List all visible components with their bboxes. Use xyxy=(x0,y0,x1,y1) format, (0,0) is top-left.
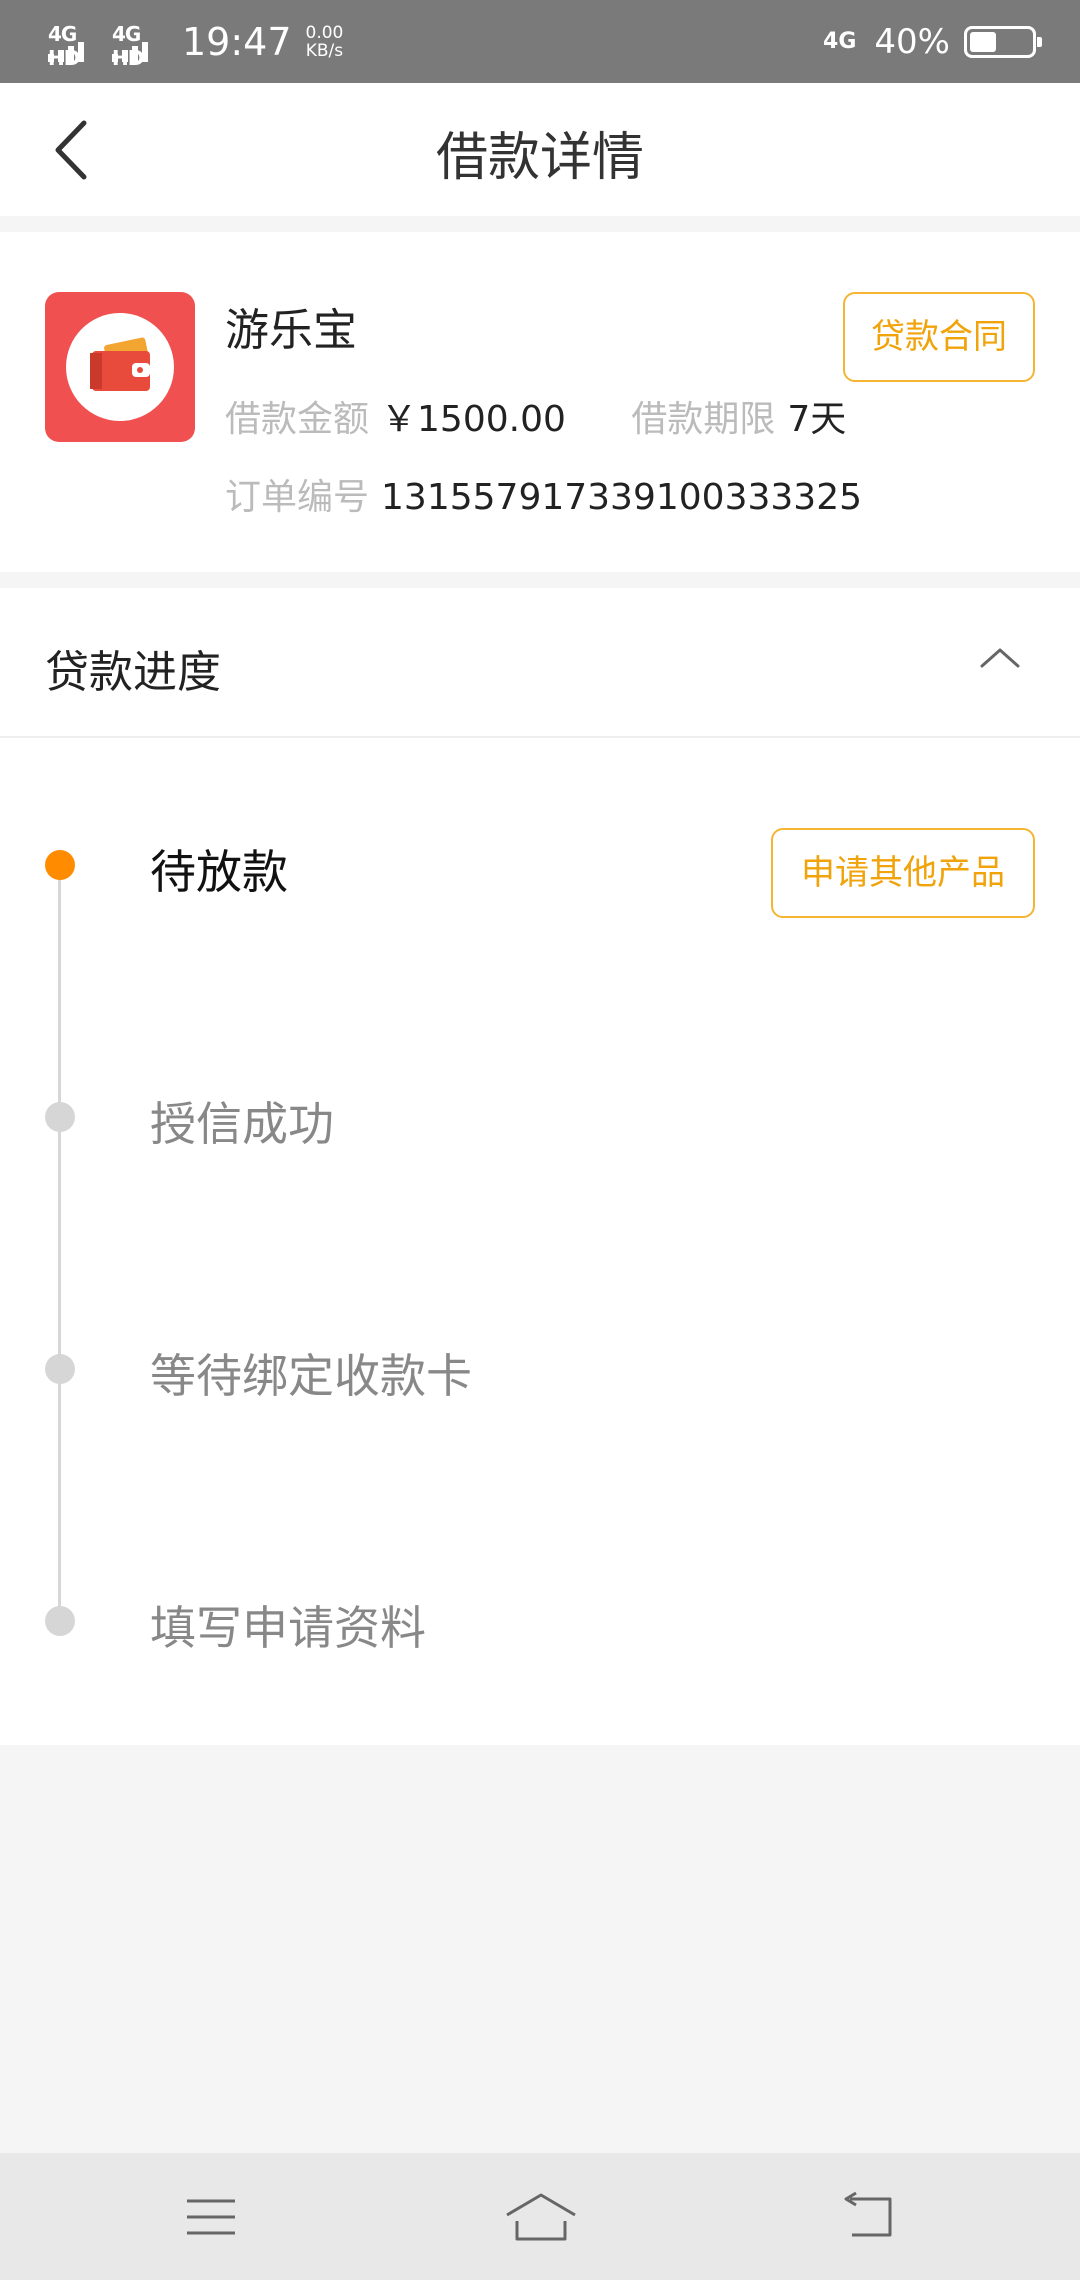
battery-percent: 40% xyxy=(874,21,950,62)
product-name: 游乐宝 xyxy=(225,305,357,356)
loan-info-card: 游乐宝 借款金额 ￥1500.00 借款期限 7天 订单编号 131557917339… xyxy=(0,232,1080,572)
system-nav-bar xyxy=(0,2153,1080,2280)
amount-value: ￥1500.00 xyxy=(381,399,566,440)
step-dot-active xyxy=(45,850,75,880)
step-dot xyxy=(45,1102,75,1132)
step-label: 等待绑定收款卡 xyxy=(150,1349,472,1403)
signal-icon: 4G HD xyxy=(48,22,100,70)
term-label: 借款期限 xyxy=(631,399,776,440)
section-title: 贷款进度 xyxy=(45,647,221,698)
amount-label: 借款金额 xyxy=(225,399,370,440)
home-icon[interactable] xyxy=(505,2191,577,2243)
clock: 19:47 xyxy=(182,19,292,64)
wallet-app-icon xyxy=(45,292,195,442)
network-speed: 0.00 KB/s xyxy=(306,24,344,60)
status-bar: 4G HD 4G HD 19:47 0.00 KB/s 4G 40% xyxy=(0,0,1080,83)
menu-icon[interactable] xyxy=(185,2191,237,2243)
step-dot xyxy=(45,1606,75,1636)
order-row: 订单编号 131557917339100333325 xyxy=(225,468,862,520)
speed-value: 0.00 xyxy=(305,22,344,43)
step-dot xyxy=(45,1354,75,1384)
step-label: 待放款 xyxy=(150,845,288,899)
signal-icon: 4G HD xyxy=(112,22,164,70)
timeline-line xyxy=(58,868,61,1628)
progress-header[interactable]: 贷款进度 xyxy=(0,588,1080,738)
battery-icon xyxy=(964,25,1042,58)
order-label: 订单编号 xyxy=(225,477,370,518)
app-header: 借款详情 xyxy=(0,83,1080,216)
apply-other-products-button[interactable]: 申请其他产品 xyxy=(771,828,1035,918)
step-label: 授信成功 xyxy=(150,1097,334,1151)
back-nav-icon[interactable] xyxy=(842,2191,894,2243)
page-title: 借款详情 xyxy=(435,128,644,188)
amount-term-row: 借款金额 ￥1500.00 借款期限 7天 xyxy=(225,390,846,442)
term-value: 7天 xyxy=(787,399,847,440)
order-number: 131557917339100333325 xyxy=(381,477,863,518)
loan-contract-button[interactable]: 贷款合同 xyxy=(843,292,1035,382)
network-type: 4G xyxy=(823,29,857,54)
step-label: 填写申请资料 xyxy=(150,1601,426,1655)
loan-progress-section: 贷款进度 待放款 授信成功 等待绑定收款卡 填写申请资料 申请其他产品 xyxy=(0,588,1080,1745)
speed-unit: KB/s xyxy=(305,40,344,61)
chevron-up-icon[interactable] xyxy=(978,636,1022,680)
